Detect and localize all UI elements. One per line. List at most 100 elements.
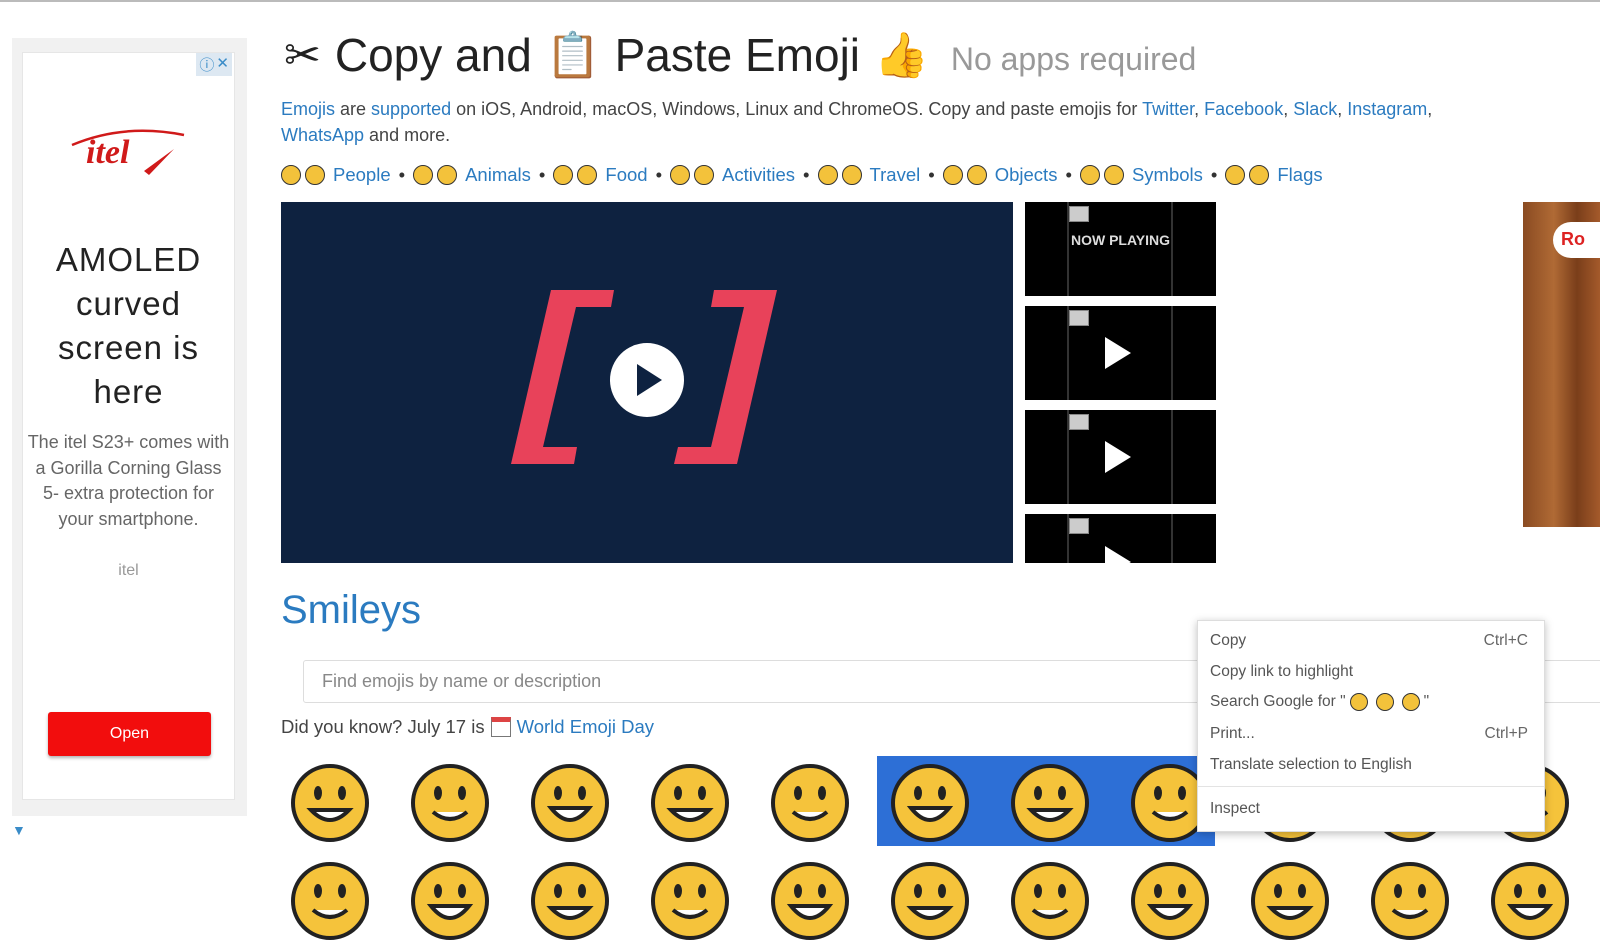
category-food[interactable]: Food <box>605 164 647 186</box>
emoji-grin[interactable] <box>649 762 731 844</box>
menu-shortcut: Ctrl+C <box>1483 631 1528 649</box>
category-emoji-icon <box>966 165 987 185</box>
ad-body: The itel S23+ comes with a Gorilla Corni… <box>27 432 230 529</box>
link-twitter[interactable]: Twitter <box>1142 99 1194 119</box>
did-you-know-text: Did you know? July 17 is <box>281 716 485 737</box>
link-emojis[interactable]: Emojis <box>281 99 335 119</box>
link-world-emoji-day[interactable]: World Emoji Day <box>517 716 654 738</box>
emoji-smiling-eyes[interactable] <box>1129 860 1211 942</box>
link-supported[interactable]: supported <box>371 99 451 119</box>
emoji-neutral[interactable] <box>1369 860 1451 942</box>
separator: • <box>655 164 663 185</box>
link-slack[interactable]: Slack <box>1293 99 1337 119</box>
emoji-grinning[interactable] <box>289 762 371 844</box>
category-nav: People • Animals • Food • Activities • Travel • Ob… <box>281 164 1323 186</box>
emoji-smiley[interactable] <box>409 762 491 844</box>
emoji-icon <box>1375 693 1394 712</box>
title-text-2: Paste Emoji <box>614 29 861 81</box>
play-icon <box>1105 337 1131 369</box>
video-player[interactable] <box>281 202 1013 563</box>
ad-content[interactable]: ⓘ ✕ itel AMOLED curved screen is here The… <box>22 52 235 800</box>
category-travel[interactable]: Travel <box>870 164 921 186</box>
link-instagram[interactable]: Instagram <box>1347 99 1427 119</box>
menu-item-copy-link[interactable]: Copy link to highlight <box>1198 656 1544 687</box>
close-icon[interactable]: ✕ <box>216 54 229 75</box>
emoji-icon <box>1401 693 1420 712</box>
category-emoji-icon <box>1225 165 1246 185</box>
play-icon <box>1105 441 1131 473</box>
broken-image-icon <box>1069 414 1089 430</box>
emoji-laughing[interactable] <box>1489 860 1571 942</box>
emoji-relieved[interactable] <box>409 860 491 942</box>
separator: • <box>398 164 406 185</box>
category-animals[interactable]: Animals <box>465 164 531 186</box>
left-ad[interactable]: ⓘ ✕ itel AMOLED curved screen is here The… <box>12 38 247 816</box>
adchoices-icon[interactable]: ▼ <box>12 822 26 838</box>
menu-label: Translate selection to English <box>1210 755 1412 773</box>
category-emoji-icon <box>305 165 325 185</box>
context-menu: Copy Ctrl+C Copy link to highlight Search… <box>1197 620 1545 832</box>
separator: • <box>928 164 935 185</box>
menu-item-search-google[interactable]: Search Google for " " <box>1198 687 1544 718</box>
section-title: Smileys <box>281 588 422 632</box>
thumbs-up-icon: 👍 <box>874 31 929 80</box>
menu-divider <box>1198 786 1544 787</box>
broken-image-icon <box>1069 310 1089 326</box>
video-thumb[interactable] <box>1025 514 1216 563</box>
play-icon <box>1105 546 1131 563</box>
emoji-blush[interactable] <box>1009 860 1091 942</box>
video-thumb-now-playing[interactable]: NOW PLAYING <box>1025 202 1216 296</box>
category-people[interactable]: People <box>333 164 391 186</box>
right-ad-logo: Ro <box>1553 222 1600 258</box>
category-activities[interactable]: Activities <box>722 164 795 186</box>
emoji-smile[interactable] <box>529 762 611 844</box>
menu-item-print[interactable]: Print... Ctrl+P <box>1198 718 1544 749</box>
category-emoji-icon <box>1103 165 1124 185</box>
subtitle: No apps required <box>950 40 1197 77</box>
menu-item-translate[interactable]: Translate selection to English <box>1198 749 1544 780</box>
ad-brand: itel <box>118 562 139 579</box>
category-flags[interactable]: Flags <box>1277 164 1322 186</box>
did-you-know: Did you know? July 17 is World Emoji Day <box>281 716 654 738</box>
menu-label: Inspect <box>1210 799 1260 817</box>
menu-label: Print... <box>1210 724 1255 742</box>
desc-text: on iOS, Android, macOS, Windows, Linux a… <box>451 99 1143 119</box>
menu-item-inspect[interactable]: Inspect <box>1198 793 1544 824</box>
category-emoji-icon <box>1079 165 1100 185</box>
menu-label: Search Google for " <box>1210 693 1346 711</box>
emoji-smiling-hearts[interactable] <box>649 860 731 942</box>
menu-label: Copy link to highlight <box>1210 662 1354 680</box>
category-objects[interactable]: Objects <box>995 164 1058 186</box>
right-ad[interactable]: Ro <box>1523 202 1600 527</box>
emoji-kissing-smiling[interactable] <box>889 860 971 942</box>
emoji-relaxed[interactable] <box>1249 860 1331 942</box>
calendar-icon <box>490 717 511 737</box>
info-icon[interactable]: ⓘ <box>199 54 214 75</box>
category-emoji-icon <box>281 165 301 185</box>
ad-open-button[interactable]: Open <box>48 712 211 756</box>
emoji-heart-eyes[interactable] <box>529 860 611 942</box>
category-emoji-icon <box>841 165 862 185</box>
desc-text: and more. <box>364 125 451 145</box>
menu-label: Copy <box>1210 631 1247 649</box>
emoji-joy[interactable] <box>1009 762 1091 844</box>
category-emoji-icon <box>942 165 963 185</box>
itel-logo: itel <box>71 129 184 175</box>
page-title: ✂ Copy and 📋 Paste Emoji 👍 No apps requi… <box>284 28 1196 82</box>
link-whatsapp[interactable]: WhatsApp <box>281 125 364 145</box>
now-playing-label: NOW PLAYING <box>1070 232 1171 248</box>
broken-image-icon <box>1069 518 1089 534</box>
emoji-laughing[interactable] <box>769 762 851 844</box>
category-symbols[interactable]: Symbols <box>1132 164 1203 186</box>
menu-item-copy[interactable]: Copy Ctrl+C <box>1198 625 1544 656</box>
video-thumb[interactable] <box>1025 306 1216 400</box>
video-thumb[interactable] <box>1025 410 1216 504</box>
emoji-sweat-smile[interactable] <box>889 762 971 844</box>
link-facebook[interactable]: Facebook <box>1204 99 1283 119</box>
category-emoji-icon <box>413 165 434 185</box>
emoji-kissing[interactable] <box>769 860 851 942</box>
clipboard-icon: 📋 <box>545 31 601 80</box>
scissors-icon: ✂ <box>284 30 321 80</box>
ad-controls[interactable]: ⓘ ✕ <box>196 53 232 76</box>
emoji-wink[interactable] <box>289 860 371 942</box>
